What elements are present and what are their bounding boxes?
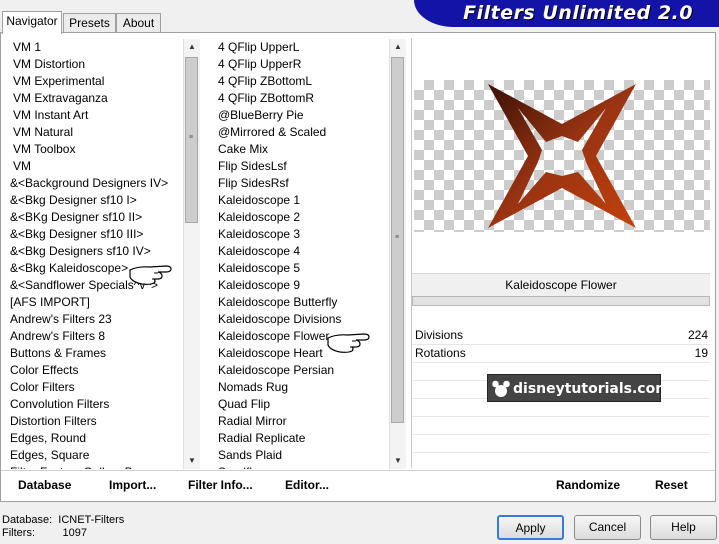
database-button[interactable]: Database <box>18 473 71 497</box>
apply-button[interactable]: Apply <box>497 515 564 540</box>
toolbar-separator <box>1 470 715 471</box>
mickey-logo-icon <box>492 380 510 397</box>
filter-item[interactable]: 4 QFlip UpperR <box>217 56 389 73</box>
filter-item[interactable]: Kaleidoscope 1 <box>217 192 389 209</box>
filter-item[interactable]: Kaleidoscope 4 <box>217 243 389 260</box>
status-filters-label: Filters: <box>2 527 35 539</box>
title-banner: Filters Unlimited 2.0 <box>414 0 719 27</box>
filter-item[interactable]: Flip SidesLsf <box>217 158 389 175</box>
tab-navigator[interactable]: Navigator <box>2 11 62 34</box>
category-item[interactable]: Edges, Square <box>9 447 182 464</box>
filter-item[interactable]: Kaleidoscope Persian <box>217 362 389 379</box>
filter-item[interactable]: Kaleidoscope 5 <box>217 260 389 277</box>
scroll-down-arrow-icon[interactable]: ▼ <box>184 453 200 469</box>
status-area: Database: ICNET-Filters Filters: 1097 <box>2 514 124 540</box>
divider <box>412 452 710 453</box>
param-row-divisions[interactable]: Divisions 224 <box>412 327 710 344</box>
selected-filter-name: Kaleidoscope Flower <box>412 273 710 297</box>
filter-item[interactable]: 4 QFlip UpperL <box>217 39 389 56</box>
cancel-button[interactable]: Cancel <box>574 515 641 540</box>
reset-button[interactable]: Reset <box>655 473 688 497</box>
filter-item[interactable]: Kaleidoscope Butterfly <box>217 294 389 311</box>
category-item[interactable]: VM <box>9 158 182 175</box>
filter-item[interactable]: Kaleidoscope 3 <box>217 226 389 243</box>
editor-button[interactable]: Editor... <box>285 473 329 497</box>
category-scrollbar[interactable]: ▲ ≡ ▼ <box>183 39 200 469</box>
scroll-down-arrow-icon[interactable]: ▼ <box>390 453 406 469</box>
category-item[interactable]: VM Instant Art <box>9 107 182 124</box>
scroll-thumb[interactable]: ≡ <box>185 57 198 223</box>
filter-item[interactable]: @Mirrored & Scaled <box>217 124 389 141</box>
category-item[interactable]: VM Extravaganza <box>9 90 182 107</box>
scroll-up-arrow-icon[interactable]: ▲ <box>390 39 406 55</box>
import-button[interactable]: Import... <box>109 473 156 497</box>
filter-scrollbar[interactable]: ▲ ≡ ▼ <box>389 39 406 469</box>
category-item[interactable]: Distortion Filters <box>9 413 182 430</box>
divider <box>412 362 710 363</box>
category-item[interactable]: &<Bkg Designers sf10 IV> <box>9 243 182 260</box>
filter-item[interactable]: Kaleidoscope 2 <box>217 209 389 226</box>
category-item[interactable]: VM Distortion <box>9 56 182 73</box>
category-item[interactable]: Andrew's Filters 23 <box>9 311 182 328</box>
category-item[interactable]: VM Natural <box>9 124 182 141</box>
watermark-badge: disneytutorials.com <box>487 374 670 402</box>
status-db-value: ICNET-Filters <box>58 514 125 526</box>
preview-slider[interactable] <box>412 296 710 306</box>
param-value: 19 <box>694 346 708 360</box>
filter-item[interactable]: 4 QFlip ZBottomL <box>217 73 389 90</box>
filter-item[interactable]: Flip SidesRsf <box>217 175 389 192</box>
filter-item[interactable]: Radial Replicate <box>217 430 389 447</box>
category-list[interactable]: VM 1 VM Distortion VM Experimental VM Extra… <box>9 39 182 469</box>
help-button[interactable]: Help <box>650 515 717 540</box>
filter-item[interactable]: Radial Mirror <box>217 413 389 430</box>
filter-info-button[interactable]: Filter Info... <box>188 473 253 497</box>
status-filters-value: 1097 <box>62 527 87 539</box>
preview-canvas <box>414 80 710 232</box>
category-item[interactable]: Edges, Round <box>9 430 182 447</box>
category-item[interactable]: &<BKg Designer sf10 II> <box>9 209 182 226</box>
filter-list[interactable]: 4 QFlip UpperL 4 QFlip UpperR 4 QFlip ZBot… <box>217 39 389 469</box>
filter-item[interactable]: Kaleidoscope Divisions <box>217 311 389 328</box>
scroll-thumb[interactable]: ≡ <box>391 57 404 423</box>
category-item[interactable]: Buttons & Frames <box>9 345 182 362</box>
param-label: Rotations <box>415 346 466 360</box>
category-item[interactable]: &<Bkg Designer sf10 I> <box>9 192 182 209</box>
filter-item[interactable]: Nomads Rug <box>217 379 389 396</box>
filter-item[interactable]: Cake Mix <box>217 141 389 158</box>
param-row-rotations[interactable]: Rotations 19 <box>412 345 710 362</box>
filter-item[interactable]: Kaleidoscope 9 <box>217 277 389 294</box>
tab-presets[interactable]: Presets <box>63 13 116 33</box>
star-preview <box>488 84 636 228</box>
category-item[interactable]: Convolution Filters <box>9 396 182 413</box>
pointing-hand-icon <box>129 265 172 285</box>
category-item[interactable]: Color Effects <box>9 362 182 379</box>
param-label: Divisions <box>415 328 464 342</box>
filter-item[interactable]: 4 QFlip ZBottomR <box>217 90 389 107</box>
category-item[interactable]: [AFS IMPORT] <box>9 294 182 311</box>
tab-about[interactable]: About <box>116 13 161 33</box>
category-item[interactable]: Filter Factory Gallery B <box>9 464 182 469</box>
category-item[interactable]: VM Experimental <box>9 73 182 90</box>
status-db-label: Database: <box>2 514 53 526</box>
filter-item[interactable]: Sands Plaid <box>217 447 389 464</box>
randomize-button[interactable]: Randomize <box>556 473 620 497</box>
filter-item[interactable]: @BlueBerry Pie <box>217 107 389 124</box>
category-item[interactable]: &<Bkg Designer sf10 III> <box>9 226 182 243</box>
category-item[interactable]: &<Background Designers IV> <box>9 175 182 192</box>
category-item[interactable]: Color Filters <box>9 379 182 396</box>
category-item[interactable]: Andrew's Filters 8 <box>9 328 182 345</box>
filter-item[interactable]: Sandflower <box>217 464 389 469</box>
pointing-hand-icon <box>327 333 370 353</box>
category-item[interactable]: VM Toolbox <box>9 141 182 158</box>
divider <box>412 434 710 435</box>
scroll-up-arrow-icon[interactable]: ▲ <box>184 39 200 55</box>
banner-title: Filters Unlimited 2.0 <box>463 2 693 24</box>
divider <box>412 416 710 417</box>
category-item[interactable]: VM 1 <box>9 39 182 56</box>
watermark-text: disneytutorials.com <box>513 381 670 397</box>
param-value: 224 <box>687 328 708 342</box>
filter-item[interactable]: Quad Flip <box>217 396 389 413</box>
